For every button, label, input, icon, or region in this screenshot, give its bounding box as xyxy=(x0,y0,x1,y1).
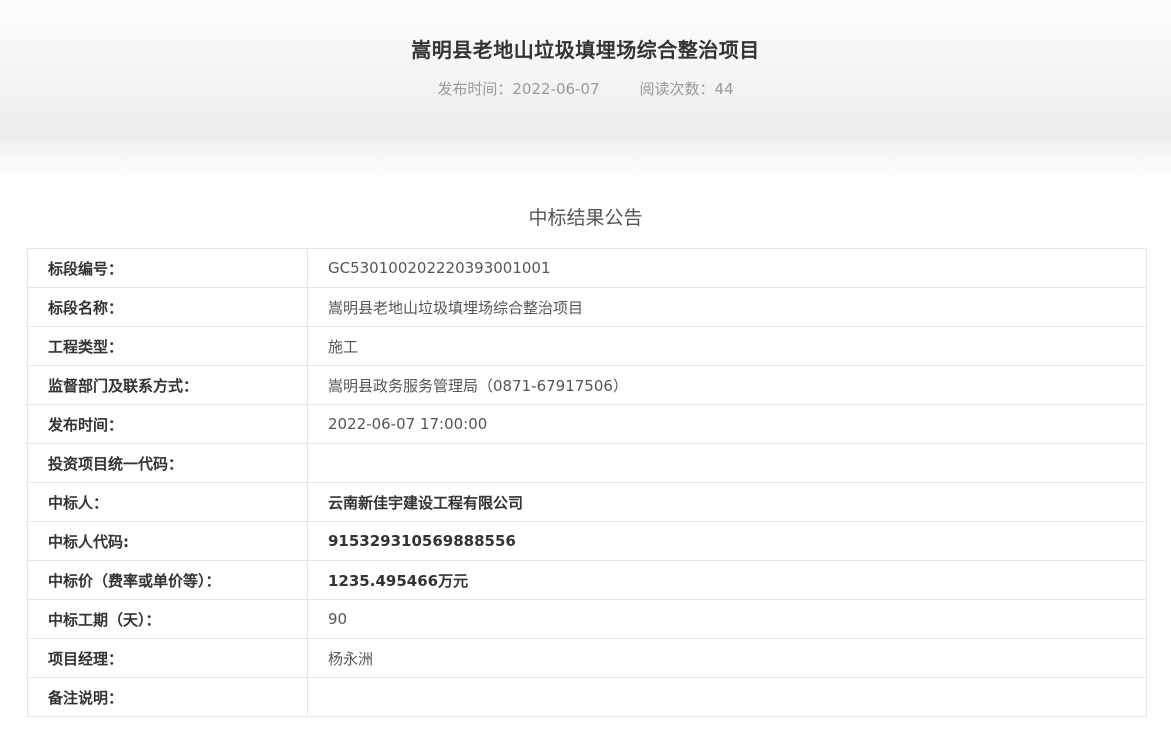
row-label-winner-code: 中标人代码: xyxy=(27,521,308,561)
bid-result-table: 标段编号： GC5301002022203930010​01 标段名称： 嵩明县… xyxy=(27,248,1147,717)
row-value-project-type: 施工 xyxy=(307,326,1147,366)
read-count: 阅读次数：44 xyxy=(639,80,734,98)
table-row: 监督部门及联系方式： 嵩明县政务服务管理局（0871-67917506） xyxy=(27,365,1147,405)
row-value-winner: 云南新佳宇建设工程有限公司 xyxy=(307,482,1147,522)
row-value-remarks xyxy=(307,677,1147,717)
row-value-investment-code xyxy=(307,443,1147,483)
article-meta: 发布时间：2022-06-07 阅读次数：44 xyxy=(0,78,1171,99)
table-row: 发布时间： 2022-06-07 17:00:00 xyxy=(27,404,1147,444)
row-label-publish-time: 发布时间： xyxy=(27,404,308,444)
row-label-duration: 中标工期（天）： xyxy=(27,599,308,639)
row-label-bid-price: 中标价（费率或单价等）： xyxy=(27,560,308,600)
row-value-section-code: GC5301002022203930010​01 xyxy=(307,248,1147,288)
row-value-duration: 90 xyxy=(307,599,1147,639)
table-row: 工程类型： 施工 xyxy=(27,326,1147,366)
row-value-bid-price: 1235.495466万元 xyxy=(307,560,1147,600)
table-row: 项目经理： 杨永洲 xyxy=(27,638,1147,678)
row-value-project-manager: 杨永洲 xyxy=(307,638,1147,678)
row-value-publish-time: 2022-06-07 17:00:00 xyxy=(307,404,1147,444)
row-label-remarks: 备注说明： xyxy=(27,677,308,717)
table-row: 投资项目统一代码： xyxy=(27,443,1147,483)
table-row: 中标人代码: 915329310569888556 xyxy=(27,521,1147,561)
table-row: 中标工期（天）： 90 xyxy=(27,599,1147,639)
row-value-section-name: 嵩明县老地山垃圾填埋场综合整治项目 xyxy=(307,287,1147,327)
table-row: 中标价（费率或单价等）： 1235.495466万元 xyxy=(27,560,1147,600)
row-label-investment-code: 投资项目统一代码： xyxy=(27,443,308,483)
section-title: 中标结果公告 xyxy=(528,207,643,229)
table-row: 备注说明： xyxy=(27,677,1147,717)
row-value-winner-code: 915329310569888556 xyxy=(307,521,1147,561)
row-label-project-type: 工程类型： xyxy=(27,326,308,366)
page-title: 嵩明县老地山垃圾填埋场综合整治项目 xyxy=(411,38,760,62)
publish-time: 发布时间：2022-06-07 xyxy=(437,80,600,98)
page-header xyxy=(0,0,1171,140)
header-shadow xyxy=(0,140,1171,180)
table-row: 标段名称： 嵩明县老地山垃圾填埋场综合整治项目 xyxy=(27,287,1147,327)
table-row: 中标人： 云南新佳宇建设工程有限公司 xyxy=(27,482,1147,522)
table-row: 标段编号： GC5301002022203930010​01 xyxy=(27,248,1147,288)
row-label-section-code: 标段编号： xyxy=(27,248,308,288)
row-label-project-manager: 项目经理： xyxy=(27,638,308,678)
row-label-winner: 中标人： xyxy=(27,482,308,522)
row-value-supervisor: 嵩明县政务服务管理局（0871-67917506） xyxy=(307,365,1147,405)
row-label-section-name: 标段名称： xyxy=(27,287,308,327)
row-label-supervisor: 监督部门及联系方式： xyxy=(27,365,308,405)
